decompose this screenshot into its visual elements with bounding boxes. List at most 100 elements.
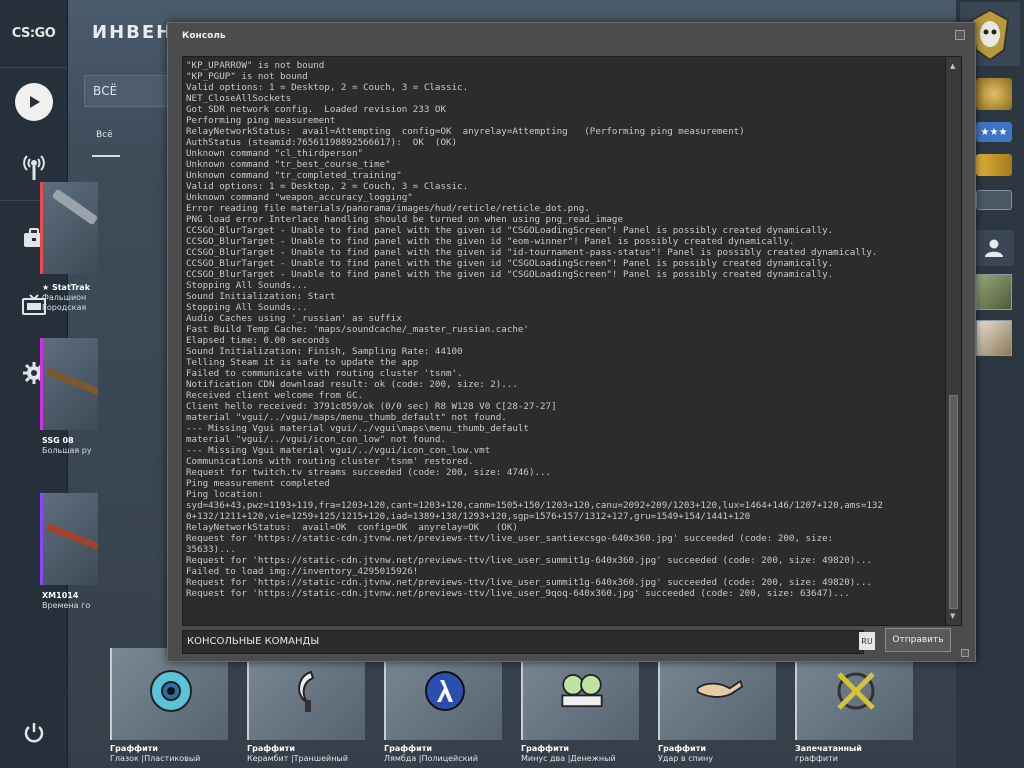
log-line: Error reading file materials/panorama/im… — [186, 203, 590, 214]
log-text: "KP_UPARROW" is not bound "KP_PGUP" is no… — [186, 60, 942, 599]
log-line: Performing ping measurement — [186, 115, 336, 126]
service-medal-icon[interactable] — [976, 78, 1012, 110]
log-line: Valid options: 1 = Desktop, 2 = Couch, 3… — [186, 181, 469, 192]
log-line: Unknown command "tr_best_course_time" — [186, 159, 391, 170]
inventory-item[interactable] — [40, 338, 98, 430]
item-label: SSG 08 Большая ру — [42, 436, 92, 455]
log-line: Request for 'https://static-cdn.jtvnw.ne… — [186, 577, 872, 588]
console-title: Консоль — [182, 31, 226, 41]
knife-image — [51, 188, 98, 226]
scrollbar[interactable]: ▲ ▼ — [945, 57, 961, 625]
input-language-badge: RU — [859, 632, 875, 650]
tab-all[interactable]: Всё — [96, 130, 113, 140]
log-line: Sound Initialization: Start — [186, 291, 336, 302]
rarity-bar — [40, 338, 43, 430]
log-line: Stopping All Sounds... — [186, 280, 308, 291]
inventory-item[interactable] — [40, 182, 98, 274]
log-line: Valid options: 1 = Desktop, 2 = Couch, 3… — [186, 82, 469, 93]
rifle-image — [45, 367, 98, 396]
rank-badge-icon[interactable] — [976, 154, 1012, 176]
log-line: CCSGO_BlurTarget - Unable to find panel … — [186, 258, 834, 269]
log-line: CCSGO_BlurTarget - Unable to find panel … — [186, 269, 834, 280]
log-line: Unknown command "tr_completed_training" — [186, 170, 402, 181]
console-window: Консоль "KP_UPARROW" is not bound "KP_PGU… — [167, 22, 976, 662]
log-line: Fast Build Temp Cache: 'maps/soundcache/… — [186, 324, 529, 335]
log-line: --- Missing Vgui material vgui/../vgui\m… — [186, 423, 529, 434]
log-line: RelayNetworkStatus: avail=Attempting con… — [186, 126, 745, 137]
log-line: Communications with routing cluster 'tsn… — [186, 456, 474, 467]
graffiti-label: Запечатанный граффити — [795, 744, 862, 763]
friends-button[interactable] — [974, 230, 1014, 266]
log-line: Telling Steam it is safe to update the a… — [186, 357, 419, 368]
log-line: "KP_UPARROW" is not bound — [186, 60, 325, 71]
rarity-bar — [40, 493, 43, 585]
user-icon — [985, 239, 1003, 257]
graffiti-label: Граффити Удар в спину — [658, 744, 713, 763]
minus-two-graffiti-icon — [557, 666, 607, 716]
play-button[interactable] — [0, 83, 68, 121]
karambit-graffiti-icon — [283, 666, 333, 716]
log-line: Request for 'https://static-cdn.jtvnw.ne… — [186, 555, 872, 566]
log-line: Client hello received: 3791c859/ok (0/0 … — [186, 401, 557, 412]
log-line: Request for 'https://static-cdn.jtvnw.ne… — [186, 533, 834, 544]
backstab-graffiti-icon — [694, 666, 744, 716]
item-label: XM1014 Времена го — [42, 591, 91, 610]
console-command-input[interactable]: КОНСОЛЬНЫЕ КОМАНДЫ — [182, 630, 864, 654]
broadcast-button[interactable] — [0, 152, 68, 186]
rank-stars-icon[interactable]: ★★★ — [976, 122, 1012, 142]
log-line: Stopping All Sounds... — [186, 302, 308, 313]
eye-graffiti-icon — [146, 666, 196, 716]
inventory-item[interactable] — [40, 493, 98, 585]
log-line: Received client welcome from GC. — [186, 390, 364, 401]
resize-grip[interactable] — [961, 649, 969, 657]
csgo-logo[interactable]: CS:GO — [0, 0, 67, 68]
graffiti-label: Граффити Керамбит |Траншейный — [247, 744, 348, 763]
log-line: Failed to load img://inventory_429501592… — [186, 566, 419, 577]
friend-avatar[interactable] — [976, 320, 1012, 356]
close-icon[interactable] — [955, 30, 965, 40]
xp-progress-icon[interactable] — [976, 190, 1012, 210]
log-line: Notification CDN download result: ok (co… — [186, 379, 518, 390]
shotgun-image — [45, 522, 98, 551]
log-line: Ping location: — [186, 489, 264, 500]
graffiti-label: Граффити Минус два |Денежный — [521, 744, 616, 763]
broadcast-icon — [21, 152, 47, 186]
graffiti-label: Граффити Глазок |Пластиковый — [110, 744, 201, 763]
power-icon — [23, 722, 45, 748]
lambda-graffiti-icon — [420, 666, 470, 716]
log-line: Audio Caches using '_russian' as suffix — [186, 313, 402, 324]
log-line: PNG load error Interlace handling should… — [186, 214, 623, 225]
graffiti-label: Граффити Лямбда |Полицейский — [384, 744, 478, 763]
log-line: Sound Initialization: Finish, Sampling R… — [186, 346, 463, 357]
log-line: material "vgui/../vgui/maps/menu_thumb_d… — [186, 412, 507, 423]
rarity-bar — [40, 182, 43, 274]
sealed-graffiti-icon — [831, 666, 881, 716]
play-icon — [15, 83, 53, 121]
log-line: CCSGO_BlurTarget - Unable to find panel … — [186, 247, 878, 258]
log-line: Ping measurement completed — [186, 478, 330, 489]
log-line: material "vgui/../vgui/icon_con_low" not… — [186, 434, 446, 445]
friend-avatar[interactable] — [976, 274, 1012, 310]
log-line: --- Missing Vgui material vgui/../vgui/i… — [186, 445, 491, 456]
console-log[interactable]: "KP_UPARROW" is not bound "KP_PGUP" is no… — [182, 56, 962, 626]
scroll-thumb[interactable] — [949, 395, 958, 609]
log-line: CCSGO_BlurTarget - Unable to find panel … — [186, 225, 834, 236]
send-button[interactable]: Отправить — [885, 628, 951, 652]
log-line: Unknown command "cl_thirdperson" — [186, 148, 364, 159]
log-line: RelayNetworkStatus: avail=OK config=OK a… — [186, 522, 518, 533]
log-line: "KP_PGUP" is not bound — [186, 71, 308, 82]
log-line: 0+132/1211+120,vie=1259+125/1215+120,iad… — [186, 511, 751, 522]
log-line: 35633)... — [186, 544, 236, 555]
log-line: AuthStatus (steamid:76561198892566617): … — [186, 137, 458, 148]
scroll-up-icon[interactable]: ▲ — [950, 62, 955, 70]
quit-button[interactable] — [0, 722, 68, 748]
log-line: CCSGO_BlurTarget - Unable to find panel … — [186, 236, 795, 247]
log-line: NET_CloseAllSockets — [186, 93, 292, 104]
log-line: Elapsed time: 0.00 seconds — [186, 335, 330, 346]
log-line: Request for twitch.tv streams succeeded … — [186, 467, 552, 478]
scroll-down-icon[interactable]: ▼ — [950, 612, 955, 620]
log-line: syd=436+43,pwz=1193+119,fra=1203+120,can… — [186, 500, 883, 511]
log-line: Got SDR network config. Loaded revision … — [186, 104, 446, 115]
tab-underline — [92, 155, 120, 157]
log-line: Failed to communicate with routing clust… — [186, 368, 463, 379]
